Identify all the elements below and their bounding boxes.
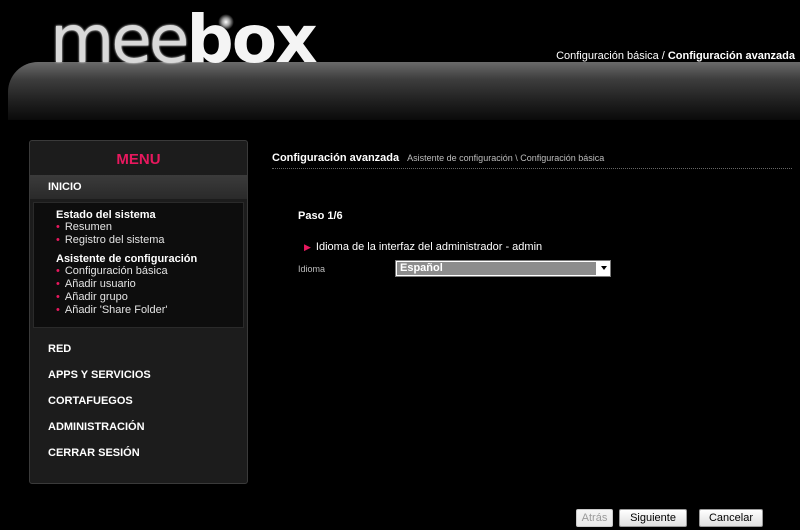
next-button[interactable]: Siguiente <box>619 509 687 527</box>
submenu-group-estado: Estado del sistema <box>56 209 156 221</box>
content-header: Configuración avanzada Asistente de confi… <box>272 148 792 169</box>
menu-title: MENU <box>116 151 161 168</box>
submenu-link-anadir-usuario[interactable]: Añadir usuario <box>56 278 243 291</box>
submenu-link-registro[interactable]: Registro del sistema <box>56 234 243 247</box>
triangle-right-icon: ▶ <box>304 242 311 252</box>
back-button[interactable]: Atrás <box>576 509 613 527</box>
top-nav: Configuración básica / Configuración avanz… <box>556 50 795 62</box>
submenu-link-anadir-share-folder[interactable]: Añadir 'Share Folder' <box>56 304 243 317</box>
sidebar-menu: MENU INICIO Estado del sistema Resumen R… <box>29 140 248 484</box>
step-indicator: Paso 1/6 <box>298 210 343 222</box>
nav-basic-config-link[interactable]: Configuración básica <box>556 50 659 62</box>
nav-advanced-config-link[interactable]: Configuración avanzada <box>668 50 795 62</box>
submenu-inicio: Estado del sistema Resumen Registro del … <box>33 202 244 328</box>
language-select[interactable]: Español <box>395 260 611 277</box>
logo-text-bold: box <box>186 1 318 78</box>
logo-sparkle-icon <box>218 14 234 30</box>
sidebar-item-administracion[interactable]: ADMINISTRACIÓN <box>30 414 247 440</box>
section-heading-text: Idioma de la interfaz del administrador … <box>315 241 543 253</box>
page-title: Configuración avanzada <box>272 152 400 164</box>
nav-separator: / <box>661 50 665 62</box>
logo: meebox <box>50 1 318 78</box>
sidebar-item-inicio[interactable]: INICIO <box>30 175 247 199</box>
sidebar-item-red[interactable]: RED <box>30 336 247 362</box>
language-select-value: Español <box>397 262 596 275</box>
section-heading: ▶ Idioma de la interfaz del administrador… <box>304 241 542 253</box>
submenu-group-asistente: Asistente de configuración <box>56 253 198 265</box>
sidebar-item-cortafuegos[interactable]: CORTAFUEGOS <box>30 388 247 414</box>
sidebar-item-apps-servicios[interactable]: APPS Y SERVICIOS <box>30 362 247 388</box>
header: meebox Configuración básica / Configuració… <box>0 0 800 122</box>
chevron-down-icon[interactable] <box>601 266 607 270</box>
breadcrumb: Asistente de configuración \ Configuraci… <box>407 153 605 163</box>
sidebar-main-items: RED APPS Y SERVICIOS CORTAFUEGOS ADMINIS… <box>30 336 247 466</box>
submenu-link-anadir-grupo[interactable]: Añadir grupo <box>56 291 243 304</box>
language-label: Idioma <box>298 264 326 274</box>
submenu-link-config-basica[interactable]: Configuración básica <box>56 265 243 278</box>
logo-text-light: mee <box>50 1 190 78</box>
submenu-link-resumen[interactable]: Resumen <box>56 221 243 234</box>
sidebar-item-cerrar-sesion[interactable]: CERRAR SESIÓN <box>30 440 247 466</box>
cancel-button[interactable]: Cancelar <box>699 509 763 527</box>
